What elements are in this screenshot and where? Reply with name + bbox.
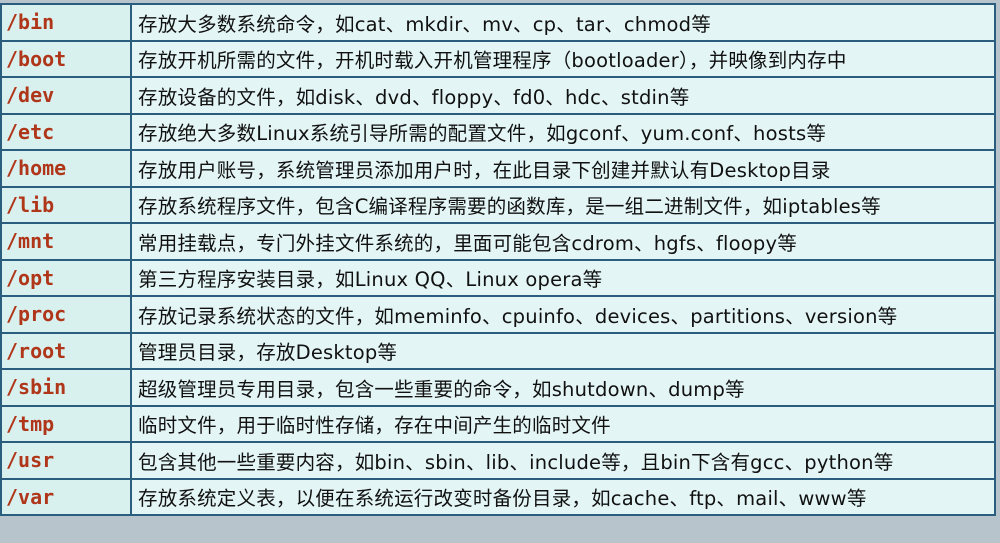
directory-description: 存放系统程序文件，包含C编译程序需要的函数库，是一组二进制文件，如iptable… [130,185,996,224]
directory-path: /dev [0,76,132,115]
directory-description: 管理员目录，存放Desktop等 [130,331,996,370]
directory-path: /etc [0,112,132,151]
directory-path: /usr [0,441,132,480]
table-row: /etc 存放绝大多数Linux系统引导所需的配置文件，如gconf、yum.co… [0,112,996,151]
directory-description: 第三方程序安装目录，如Linux QQ、Linux opera等 [130,258,996,297]
table-row: /boot 存放开机所需的文件，开机时载入开机管理程序（bootloader），并… [0,39,996,78]
directory-table-body: /bin 存放大多数系统命令，如cat、mkdir、mv、cp、tar、chmod… [0,3,996,516]
directory-description: 超级管理员专用目录，包含一些重要的命令，如shutdown、dump等 [130,368,996,407]
directory-description: 包含其他一些重要内容，如bin、sbin、lib、include等，且bin下含… [130,441,996,480]
directory-path: /mnt [0,222,132,261]
table-row: /lib 存放系统程序文件，包含C编译程序需要的函数库，是一组二进制文件，如ipt… [0,185,996,224]
directory-path: /var [0,477,132,516]
table-row: /opt 第三方程序安装目录，如Linux QQ、Linux opera等 [0,258,996,297]
table-row: /dev 存放设备的文件，如disk、dvd、floppy、fd0、hdc、std… [0,76,996,115]
directory-description: 临时文件，用于临时性存储，存在中间产生的临时文件 [130,404,996,443]
table-row: /proc 存放记录系统状态的文件，如meminfo、cpuinfo、device… [0,295,996,334]
directory-path: /lib [0,185,132,224]
directory-path: /sbin [0,368,132,407]
directory-description: 常用挂载点，专门外挂文件系统的，里面可能包含cdrom、hgfs、floopy等 [130,222,996,261]
table-row: /var 存放系统定义表，以便在系统运行改变时备份目录，如cache、ftp、ma… [0,477,996,516]
directory-path: /bin [0,3,132,42]
directory-path: /proc [0,295,132,334]
directory-table: /bin 存放大多数系统命令，如cat、mkdir、mv、cp、tar、chmod… [0,3,996,516]
directory-path: /tmp [0,404,132,443]
directory-description: 存放系统定义表，以便在系统运行改变时备份目录，如cache、ftp、mail、w… [130,477,996,516]
table-row: /tmp 临时文件，用于临时性存储，存在中间产生的临时文件 [0,404,996,443]
table-row: /sbin 超级管理员专用目录，包含一些重要的命令，如shutdown、dump等 [0,368,996,407]
directory-path: /opt [0,258,132,297]
directory-description: 存放设备的文件，如disk、dvd、floppy、fd0、hdc、stdin等 [130,76,996,115]
directory-path: /root [0,331,132,370]
directory-description: 存放用户账号，系统管理员添加用户时，在此目录下创建并默认有Desktop目录 [130,149,996,188]
table-row: /home 存放用户账号，系统管理员添加用户时，在此目录下创建并默认有Deskto… [0,149,996,188]
table-row: /root 管理员目录，存放Desktop等 [0,331,996,370]
directory-description: 存放开机所需的文件，开机时载入开机管理程序（bootloader），并映像到内存… [130,39,996,78]
directory-path: /home [0,149,132,188]
table-row: /usr 包含其他一些重要内容，如bin、sbin、lib、include等，且b… [0,441,996,480]
directory-description: 存放记录系统状态的文件，如meminfo、cpuinfo、devices、par… [130,295,996,334]
table-row: /mnt 常用挂载点，专门外挂文件系统的，里面可能包含cdrom、hgfs、flo… [0,222,996,261]
directory-description: 存放大多数系统命令，如cat、mkdir、mv、cp、tar、chmod等 [130,3,996,42]
directory-description: 存放绝大多数Linux系统引导所需的配置文件，如gconf、yum.conf、h… [130,112,996,151]
page: /bin 存放大多数系统命令，如cat、mkdir、mv、cp、tar、chmod… [0,0,1000,543]
directory-path: /boot [0,39,132,78]
table-row: /bin 存放大多数系统命令，如cat、mkdir、mv、cp、tar、chmod… [0,3,996,42]
